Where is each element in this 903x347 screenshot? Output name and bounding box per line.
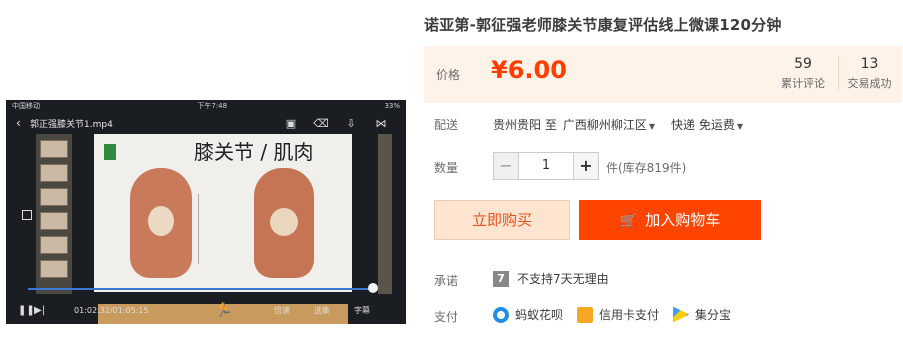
progress-knob[interactable]	[368, 283, 378, 293]
price-panel: 价格 ¥6.00 59 累计评论 13 交易成功	[424, 46, 902, 103]
cart-icon: 🛒	[619, 213, 638, 229]
payment-credit-card: 信用卡支付	[577, 306, 659, 323]
share-icon: ⋈	[375, 116, 387, 130]
shipping-method-dropdown[interactable]: 快递 免运费 ▼	[671, 116, 743, 133]
reviews-stat[interactable]: 59 累计评论	[772, 56, 834, 91]
video-progress-bar[interactable]	[28, 283, 378, 293]
runner-icon: 🏃	[215, 302, 233, 318]
video-top-bar: ‹ 郭正强膝关节1.mp4 ▣ ⌫ ⇩ ⋈	[6, 112, 406, 134]
deals-label: 交易成功	[847, 77, 892, 90]
battery-label: 33%	[384, 102, 400, 110]
episode-select-button[interactable]: 选集	[314, 305, 354, 316]
shipping-row: 贵州贵阳 至 广西柳州柳江区 ▼ 快递 免运费 ▼	[493, 116, 743, 133]
seven-days-icon: 7	[493, 270, 509, 287]
payment-huabei: 蚂蚁花呗	[493, 306, 563, 323]
quantity-input[interactable]: 1	[519, 152, 573, 180]
knee-muscle-illustration	[254, 168, 314, 278]
increase-button[interactable]: +	[573, 152, 599, 180]
subtitle-button[interactable]: 字幕	[354, 305, 384, 316]
quantity-label: 数量	[434, 161, 459, 175]
deals-count: 13	[860, 56, 879, 72]
anatomy-slide: 膝关节 / 肌肉	[94, 134, 352, 292]
promise-label: 承诺	[434, 274, 459, 288]
credit-card-icon	[577, 306, 594, 323]
add-to-cart-label: 加入购物车	[645, 211, 721, 229]
reviews-label: 累计评论	[781, 77, 825, 90]
lock-icon	[22, 210, 32, 220]
price-value: ¥6.00	[491, 56, 567, 84]
carrier-label: 中国移动	[12, 102, 40, 110]
huabei-icon	[493, 306, 509, 323]
add-to-cart-button[interactable]: 🛒 加入购物车	[579, 200, 761, 240]
deals-stat: 13 交易成功	[838, 56, 900, 91]
download-icon: ⇩	[346, 116, 356, 130]
time-readout: 01:02:32/01:05:15	[74, 305, 149, 315]
payment-label: 支付	[434, 310, 459, 324]
promise-text: 不支持7天无理由	[517, 272, 609, 286]
clock-label: 下午7:48	[197, 102, 228, 110]
back-arrow-icon: ‹	[16, 116, 21, 130]
decrease-button[interactable]: −	[493, 152, 519, 180]
reviews-count: 59	[794, 56, 812, 72]
product-title: 诺亚第-郭征强老师膝关节康复评估线上微课120分钟	[424, 16, 782, 34]
knee-front-illustration	[130, 168, 192, 278]
video-filename: 郭正强膝关节1.mp4	[30, 119, 113, 130]
label-lines	[198, 194, 248, 264]
phone-status-bar: 中国移动 下午7:48 33%	[6, 100, 406, 112]
chevron-down-icon: ▼	[648, 122, 655, 131]
slide-logo	[104, 144, 164, 160]
pause-icon[interactable]: ❚❚	[18, 305, 35, 316]
video-controls: ❚❚ ▶| 01:02:32/01:05:15 🏃 倍速 选集 字幕	[6, 296, 406, 324]
jifenbao-icon	[673, 306, 690, 323]
buy-now-button[interactable]: 立即购买	[434, 200, 570, 240]
right-thumbnail-strip	[378, 134, 392, 294]
promise-row: 7 不支持7天无理由	[493, 270, 609, 287]
price-label: 价格	[436, 68, 461, 82]
trash-icon: ⌫	[313, 116, 329, 130]
shipping-from: 贵州贵阳 至	[493, 118, 557, 132]
payment-jifenbao: 集分宝	[673, 306, 731, 323]
payment-methods: 蚂蚁花呗 信用卡支付 集分宝	[493, 306, 731, 323]
slide-title: 膝关节 / 肌肉	[194, 140, 314, 164]
speed-button[interactable]: 倍速	[274, 305, 314, 316]
chevron-down-icon: ▼	[736, 122, 743, 131]
shipping-label: 配送	[434, 118, 459, 132]
tv-icon: ▣	[285, 116, 297, 130]
shipping-to-dropdown[interactable]: 广西柳州柳江区 ▼	[563, 116, 655, 133]
next-icon[interactable]: ▶|	[34, 305, 74, 316]
stock-info: 件(库存819件)	[606, 161, 687, 175]
quantity-stepper: − 1 +	[493, 152, 599, 180]
slide-thumbnails	[36, 134, 72, 294]
product-video-thumbnail[interactable]: 中国移动 下午7:48 33% ‹ 郭正强膝关节1.mp4 ▣ ⌫ ⇩ ⋈ 膝关…	[6, 100, 406, 324]
